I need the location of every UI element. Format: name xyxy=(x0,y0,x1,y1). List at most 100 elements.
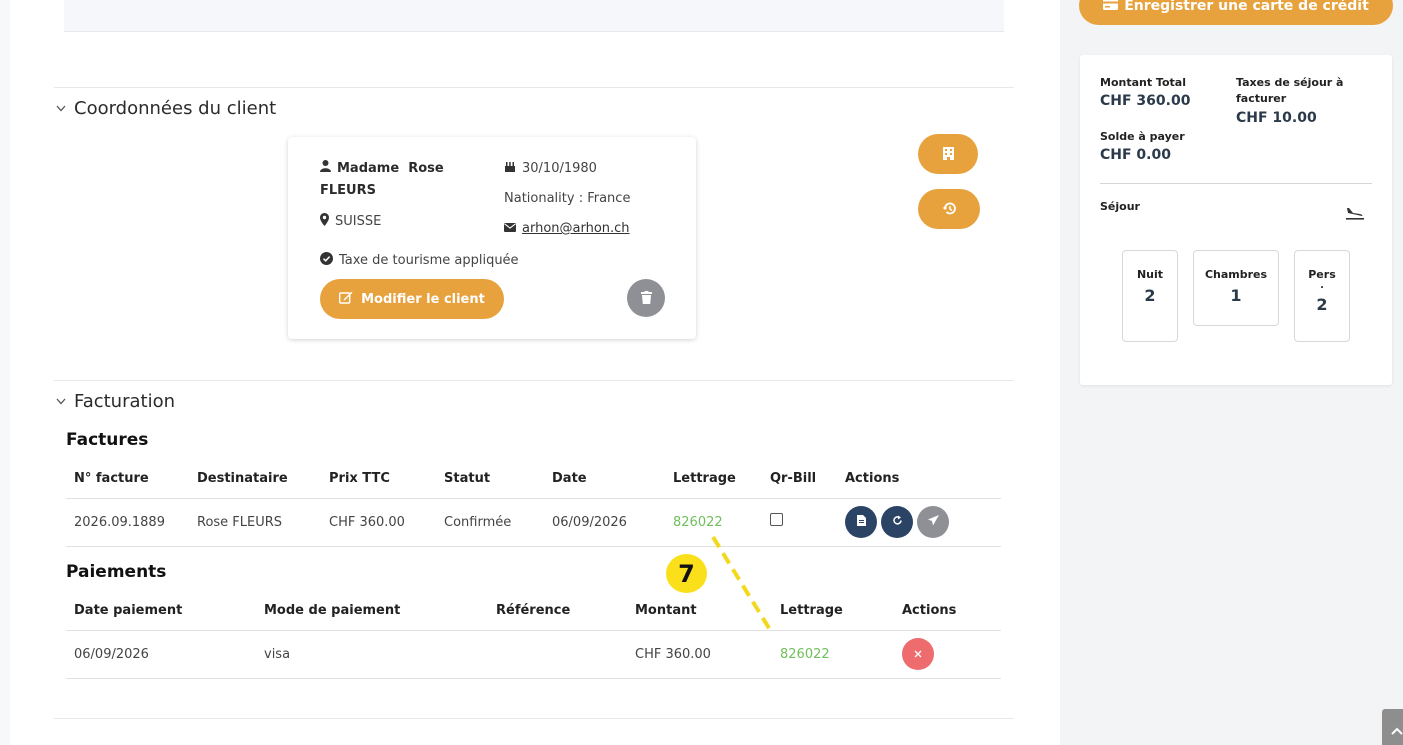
col-payment-actions: Actions xyxy=(894,591,1001,631)
annotation-dashed-line xyxy=(711,535,774,635)
register-credit-card-button[interactable]: Enregistrer une carte de crédit xyxy=(1079,0,1393,25)
section-billing-header[interactable]: Facturation xyxy=(56,391,175,412)
col-date: Date xyxy=(544,459,665,499)
divider xyxy=(54,718,1014,719)
client-email-link[interactable]: arhon@arhon.ch xyxy=(522,221,630,236)
invoice-actions xyxy=(837,498,1001,547)
annotation-marker: 7 xyxy=(666,554,707,593)
left-strip xyxy=(0,0,10,745)
section-client-title: Coordonnées du client xyxy=(74,98,277,119)
col-price: Prix TTC xyxy=(321,459,436,499)
col-recipient: Destinataire xyxy=(189,459,321,499)
delete-client-button[interactable] xyxy=(627,279,665,317)
total-value: CHF 360.00 xyxy=(1100,93,1191,109)
col-reference: Référence xyxy=(488,591,627,631)
payment-lettering[interactable]: 826022 xyxy=(772,630,894,679)
refresh-invoice-button[interactable] xyxy=(881,506,913,538)
payment-reference xyxy=(488,630,627,679)
persons-stat: Pers . 2 xyxy=(1294,250,1350,342)
tax-label: Taxes de séjour à facturer xyxy=(1236,76,1344,105)
payments-title: Paiements xyxy=(66,562,167,582)
view-invoice-button[interactable] xyxy=(845,506,877,538)
col-status: Statut xyxy=(436,459,544,499)
total-label: Montant Total xyxy=(1100,76,1186,89)
invoices-table: N° facture Destinataire Prix TTC Statut … xyxy=(66,459,1001,547)
company-button[interactable] xyxy=(918,134,978,174)
delete-payment-button[interactable] xyxy=(902,638,934,670)
rooms-value: 1 xyxy=(1230,286,1242,305)
table-row: 2026.09.1889 Rose FLEURS CHF 360.00 Conf… xyxy=(66,498,1001,547)
rooms-label: Chambres xyxy=(1204,268,1268,281)
edit-client-label: Modifier le client xyxy=(361,291,485,307)
divider xyxy=(54,87,1014,88)
register-credit-card-label: Enregistrer une carte de crédit xyxy=(1124,0,1369,14)
rooms-stat: Chambres 1 xyxy=(1193,250,1279,326)
chevron-up-icon xyxy=(1391,720,1403,739)
client-country-text: SUISSE xyxy=(335,214,382,229)
tourism-tax-text: Taxe de tourisme appliquée xyxy=(339,253,519,268)
section-billing-title: Facturation xyxy=(74,391,176,412)
history-icon xyxy=(942,200,956,219)
chevron-down-icon xyxy=(56,395,66,408)
tax-value: CHF 10.00 xyxy=(1236,110,1317,126)
divider xyxy=(54,380,1014,381)
client-birthdate-text: 30/10/1980 xyxy=(522,160,597,176)
nights-stat: Nuit 2 xyxy=(1122,250,1178,342)
stay-summary-card: Montant Total CHF 360.00 Taxes de séjour… xyxy=(1080,55,1392,385)
payment-actions xyxy=(894,630,1001,679)
tourism-tax-status: Taxe de tourisme appliquée xyxy=(320,252,519,269)
stay-label: Séjour xyxy=(1100,200,1140,213)
col-payment-lettering: Lettrage xyxy=(772,591,894,631)
nights-value: 2 xyxy=(1144,286,1156,305)
invoice-number: 2026.09.1889 xyxy=(66,498,189,547)
client-card: Madame Rose FLEURS SUISSE 30/10/1980 Nat… xyxy=(288,137,696,339)
invoice-date: 06/09/2026 xyxy=(544,498,665,547)
col-qr-bill: Qr-Bill xyxy=(762,459,837,499)
paper-plane-icon xyxy=(927,514,939,530)
payments-table: Date paiement Mode de paiement Référence… xyxy=(66,591,1001,679)
history-button[interactable] xyxy=(918,189,980,229)
edit-client-button[interactable]: Modifier le client xyxy=(320,279,504,319)
qr-bill-checkbox[interactable] xyxy=(770,512,783,526)
client-email[interactable]: arhon@arhon.ch xyxy=(504,221,630,236)
close-icon xyxy=(914,647,922,661)
invoice-status: Confirmée xyxy=(436,498,544,547)
check-circle-icon xyxy=(320,252,333,269)
payment-date: 06/09/2026 xyxy=(66,630,256,679)
plane-landing-icon xyxy=(1346,205,1364,224)
edit-icon xyxy=(339,291,353,308)
section-client-header[interactable]: Coordonnées du client xyxy=(56,98,276,119)
refresh-icon xyxy=(892,515,903,530)
balance-label: Solde à payer xyxy=(1100,130,1185,143)
invoices-header-row: N° facture Destinataire Prix TTC Statut … xyxy=(66,459,1001,499)
client-birthdate: 30/10/1980 xyxy=(504,160,597,176)
trash-icon xyxy=(640,289,652,308)
send-invoice-button[interactable] xyxy=(917,506,949,538)
table-row: 06/09/2026 visa CHF 360.00 826022 xyxy=(66,630,1001,679)
col-payment-mode: Mode de paiement xyxy=(256,591,488,631)
payment-mode: visa xyxy=(256,630,488,679)
building-icon xyxy=(942,145,954,164)
invoice-recipient: Rose FLEURS xyxy=(189,498,321,547)
payments-header-row: Date paiement Mode de paiement Référence… xyxy=(66,591,1001,631)
client-name-line2: FLEURS xyxy=(320,183,376,198)
user-icon xyxy=(320,160,331,176)
credit-card-icon xyxy=(1103,0,1119,14)
nights-label: Nuit xyxy=(1136,268,1164,281)
col-payment-date: Date paiement xyxy=(66,591,256,631)
persons-dot: . xyxy=(1320,280,1324,291)
col-invoice-number: N° facture xyxy=(66,459,189,499)
client-name-line1: Madame Rose xyxy=(337,160,444,176)
balance-value: CHF 0.00 xyxy=(1100,147,1171,163)
document-icon xyxy=(856,514,866,530)
birthday-cake-icon xyxy=(504,160,516,176)
divider xyxy=(1100,183,1372,184)
scroll-to-top-button[interactable] xyxy=(1382,709,1403,745)
persons-value: 2 xyxy=(1316,295,1328,314)
client-name: Madame Rose xyxy=(320,160,444,176)
invoices-title: Factures xyxy=(66,430,149,450)
col-actions: Actions xyxy=(837,459,1001,499)
invoice-price: CHF 360.00 xyxy=(321,498,436,547)
top-panel xyxy=(64,0,1004,32)
map-pin-icon xyxy=(320,213,329,230)
